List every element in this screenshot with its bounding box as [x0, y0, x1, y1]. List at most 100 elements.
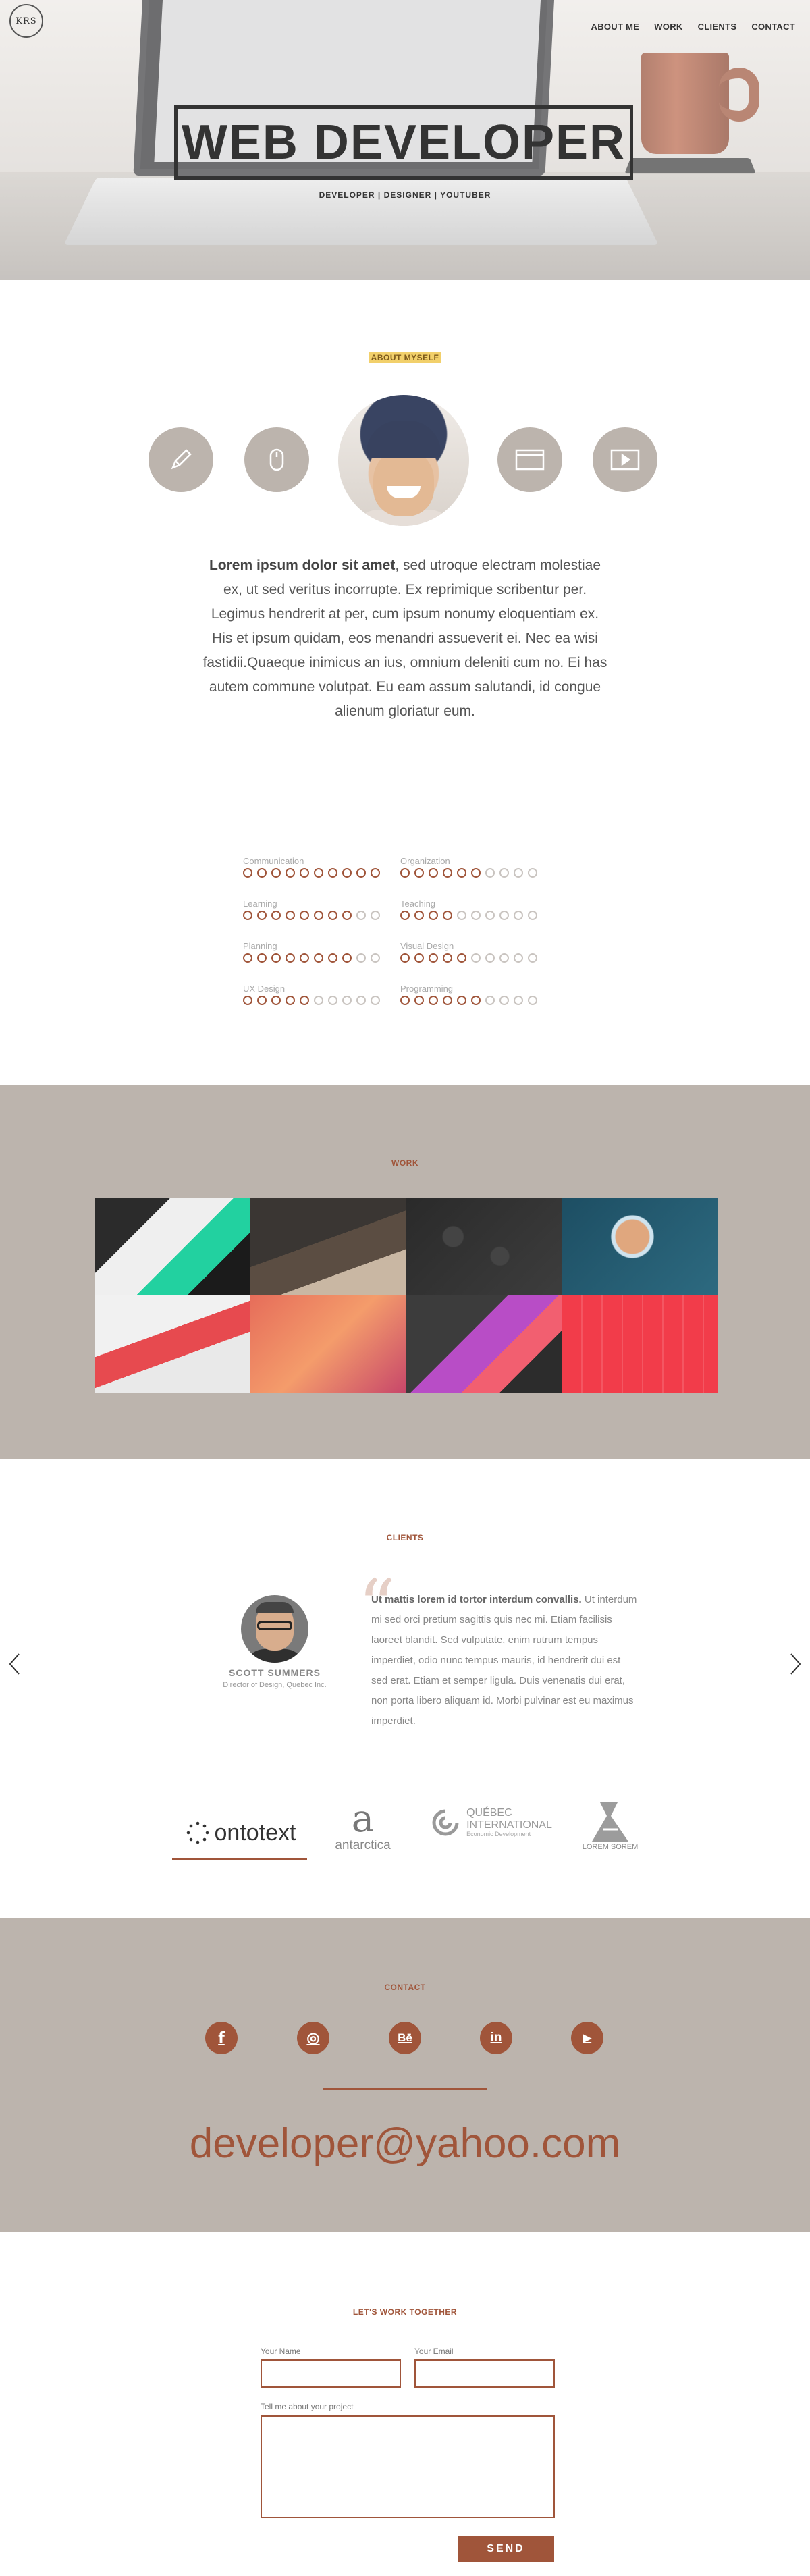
- nav-about-me[interactable]: ABOUT ME: [591, 22, 640, 32]
- rating-dot-filled: [243, 868, 252, 878]
- pencil-icon: [148, 427, 213, 492]
- rating-dot-empty: [485, 996, 495, 1005]
- contact-email[interactable]: developer@yahoo.com: [0, 2120, 810, 2168]
- rating-dot-filled: [243, 953, 252, 963]
- rating-dot-filled: [314, 911, 323, 920]
- skill-rating: [400, 996, 562, 1005]
- rating-dot-empty: [485, 953, 495, 963]
- skill-learning: Learning: [243, 898, 405, 920]
- main-nav: ABOUT ME WORK CLIENTS CONTACT: [591, 22, 796, 32]
- skill-communication: Communication: [243, 856, 405, 878]
- work-heading: WORK: [392, 1158, 418, 1168]
- client-logo-antarctica[interactable]: a antarctica: [327, 1796, 398, 1858]
- rating-dot-filled: [443, 868, 452, 878]
- portfolio-tile-7[interactable]: [406, 1295, 562, 1393]
- portfolio-tile-5[interactable]: [94, 1295, 250, 1393]
- rating-dot-filled: [286, 996, 295, 1005]
- mouse-icon: [244, 427, 309, 492]
- rating-dot-filled: [414, 911, 424, 920]
- site-logo[interactable]: KRS: [9, 4, 43, 38]
- rating-dot-filled: [457, 996, 466, 1005]
- rating-dot-empty: [485, 868, 495, 878]
- rating-dot-filled: [342, 868, 352, 878]
- portfolio-tile-1[interactable]: [94, 1198, 250, 1295]
- browser-window-icon: [497, 427, 562, 492]
- chevron-right-icon[interactable]: [786, 1651, 806, 1678]
- rating-dot-empty: [528, 996, 537, 1005]
- rating-dot-filled: [271, 911, 281, 920]
- rating-dot-filled: [286, 868, 295, 878]
- rating-dot-empty: [514, 911, 523, 920]
- rating-dot-filled: [257, 953, 267, 963]
- skill-rating: [243, 953, 405, 963]
- client-logo-ontotext[interactable]: ontotext: [177, 1813, 305, 1853]
- rating-dot-filled: [257, 996, 267, 1005]
- rating-dot-filled: [257, 911, 267, 920]
- behance-icon[interactable]: Bē: [389, 2022, 421, 2054]
- portfolio-tile-4[interactable]: [562, 1198, 718, 1295]
- portfolio-tile-3[interactable]: [406, 1198, 562, 1295]
- client-logo-quebec-international[interactable]: QUÉBEC INTERNATIONAL Economic Developmen…: [422, 1799, 560, 1846]
- rating-dot-empty: [528, 868, 537, 878]
- rating-dot-filled: [443, 996, 452, 1005]
- rating-dot-empty: [471, 953, 481, 963]
- rating-dot-empty: [500, 868, 509, 878]
- message-field[interactable]: [261, 2415, 555, 2518]
- loremsorem-wordmark: LOREM SOREM: [582, 1842, 639, 1851]
- form-heading: LET'S WORK TOGETHER: [352, 2307, 458, 2317]
- rating-dot-filled: [286, 911, 295, 920]
- dribbble-icon[interactable]: ◎: [297, 2022, 329, 2054]
- loremsorem-mark-icon: [592, 1802, 628, 1842]
- rating-dot-filled: [328, 911, 338, 920]
- skill-label: Communication: [243, 856, 304, 866]
- send-button[interactable]: SEND: [458, 2536, 554, 2562]
- rating-dot-empty: [371, 911, 380, 920]
- contact-section: [0, 1918, 810, 2232]
- nav-contact[interactable]: CONTACT: [751, 22, 795, 32]
- rating-dot-filled: [414, 996, 424, 1005]
- youtube-icon[interactable]: ▶: [571, 2022, 603, 2054]
- linkedin-icon[interactable]: in: [480, 2022, 512, 2054]
- profile-avatar: [338, 395, 469, 526]
- logo-text: KRS: [16, 16, 37, 26]
- rating-dot-empty: [514, 868, 523, 878]
- rating-dot-filled: [429, 996, 438, 1005]
- portfolio-tile-6[interactable]: [250, 1295, 406, 1393]
- message-label: Tell me about your project: [261, 2402, 354, 2411]
- rating-dot-filled: [443, 911, 452, 920]
- client-logo-loremsorem[interactable]: LOREM SOREM: [579, 1797, 641, 1854]
- rating-dot-filled: [286, 953, 295, 963]
- skill-label: Organization: [400, 856, 450, 866]
- rating-dot-filled: [471, 996, 481, 1005]
- rating-dot-filled: [328, 953, 338, 963]
- rating-dot-filled: [271, 953, 281, 963]
- portfolio-tile-2[interactable]: [250, 1198, 406, 1295]
- rating-dot-filled: [471, 868, 481, 878]
- nav-clients[interactable]: CLIENTS: [698, 22, 737, 32]
- quebec-swirl-icon: [432, 1809, 459, 1836]
- rating-dot-filled: [300, 996, 309, 1005]
- contact-divider: [323, 2088, 487, 2090]
- ontotext-ring-icon: [186, 1821, 209, 1844]
- rating-dot-filled: [243, 911, 252, 920]
- quebec-line3: Economic Development: [466, 1830, 531, 1837]
- chevron-left-icon[interactable]: [4, 1651, 24, 1678]
- skill-label: Programming: [400, 984, 454, 994]
- rating-dot-empty: [514, 953, 523, 963]
- nav-work[interactable]: WORK: [654, 22, 682, 32]
- portfolio-tile-8[interactable]: [562, 1295, 718, 1393]
- rating-dot-filled: [457, 953, 466, 963]
- skill-rating: [243, 911, 405, 920]
- rating-dot-filled: [342, 953, 352, 963]
- rating-dot-filled: [429, 953, 438, 963]
- skill-rating: [243, 996, 405, 1005]
- about-bold-lead: Lorem ipsum dolor sit amet: [209, 558, 396, 573]
- rating-dot-filled: [243, 996, 252, 1005]
- skill-programming: Programming: [400, 984, 562, 1005]
- video-play-icon: [593, 427, 657, 492]
- name-field[interactable]: [261, 2359, 401, 2388]
- facebook-icon[interactable]: f: [205, 2022, 238, 2054]
- email-field[interactable]: [414, 2359, 555, 2388]
- rating-dot-empty: [457, 911, 466, 920]
- skill-planning: Planning: [243, 941, 405, 963]
